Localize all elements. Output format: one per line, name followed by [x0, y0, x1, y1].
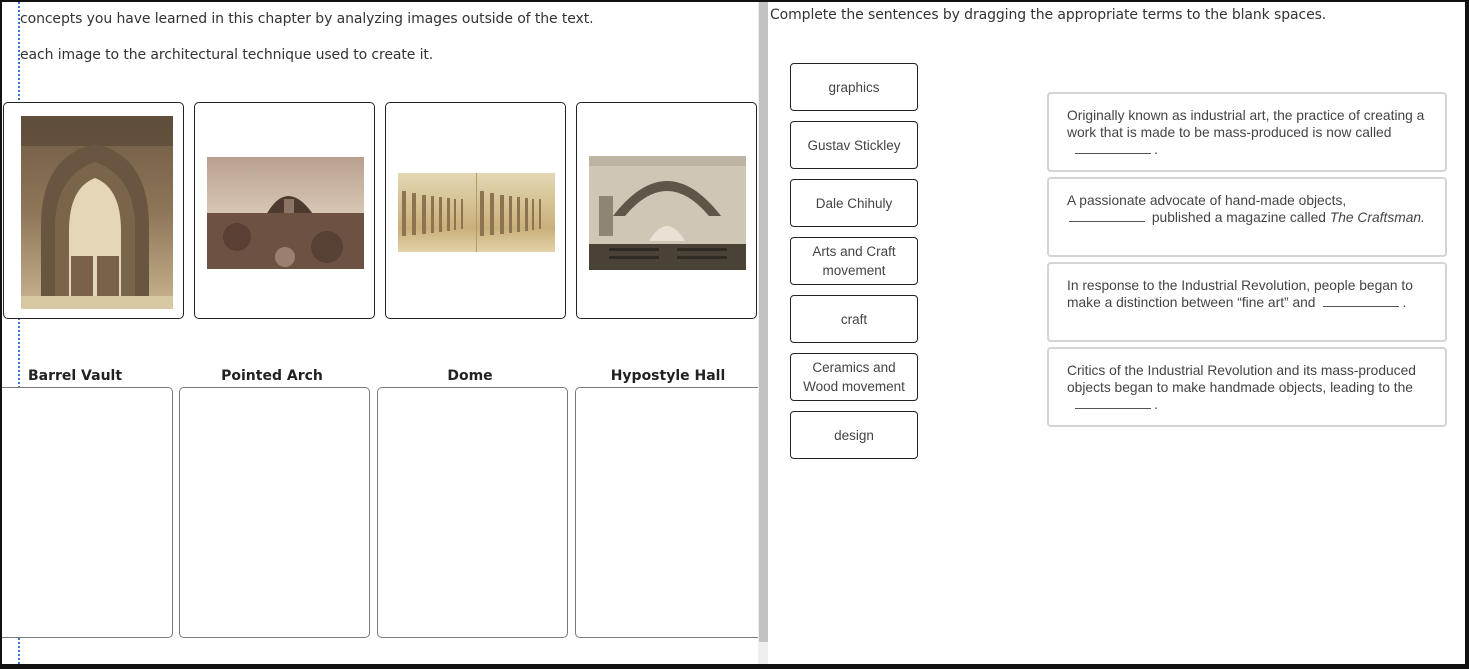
sentence-1-text: Originally known as industrial art, the …	[1067, 108, 1425, 140]
draggable-image-card-colonnade[interactable]	[385, 102, 566, 319]
target-label-hypostyle-hall: Hypostyle Hall	[610, 368, 726, 384]
instruction-text: Complete the sentences by dragging the a…	[770, 7, 1327, 23]
sentence-4-end: .	[1154, 397, 1158, 412]
drop-zone-pointed-arch[interactable]	[179, 387, 370, 638]
pane-scrollbar-thumb[interactable]	[759, 2, 768, 642]
sentence-card-1: Originally known as industrial art, the …	[1047, 92, 1447, 172]
term-chip-dale-chihuly[interactable]: Dale Chihuly	[790, 179, 918, 227]
sentence-2-text: A passionate advocate of hand-made objec…	[1067, 193, 1347, 208]
draggable-image-card-stupa[interactable]	[194, 102, 375, 319]
target-label-barrel-vault: Barrel Vault	[27, 368, 123, 384]
draggable-image-card-church-interior[interactable]	[576, 102, 757, 319]
magazine-title: The Craftsman.	[1329, 210, 1425, 225]
term-chip-ceramics-and-wood-movement[interactable]: Ceramics and Wood movement	[790, 353, 918, 401]
app-frame: concepts you have learned in this chapte…	[2, 2, 1465, 664]
blank-drop-1[interactable]	[1075, 141, 1151, 154]
term-chip-gustav-stickley[interactable]: Gustav Stickley	[790, 121, 918, 169]
gothic-portal-photo	[21, 116, 173, 309]
drop-zone-dome[interactable]	[377, 387, 568, 638]
colonnade-photo	[398, 173, 555, 252]
instruction-line-2: each image to the architectural techniqu…	[20, 47, 434, 63]
sentence-card-2: A passionate advocate of hand-made objec…	[1047, 177, 1447, 257]
instruction-line-1: concepts you have learned in this chapte…	[20, 11, 594, 27]
sentence-3-end: .	[1402, 295, 1407, 310]
sentence-completion-pane: Complete the sentences by dragging the a…	[768, 2, 1465, 664]
sentence-2-after: published a magazine called	[1151, 210, 1326, 225]
sentence-4-text: Critics of the Industrial Revolution and…	[1067, 363, 1416, 395]
matching-pane: concepts you have learned in this chapte…	[2, 2, 758, 664]
stupa-dome-photo	[207, 157, 364, 269]
target-label-dome: Dome	[447, 368, 493, 384]
blank-drop-4[interactable]	[1075, 396, 1151, 409]
sentence-1-end: .	[1154, 142, 1158, 157]
term-chip-graphics[interactable]: graphics	[790, 63, 918, 111]
blank-drop-2[interactable]	[1069, 209, 1145, 222]
target-label-pointed-arch: Pointed Arch	[221, 368, 323, 384]
sentence-card-3: In response to the Industrial Revolution…	[1047, 262, 1447, 342]
drop-zone-barrel-vault[interactable]	[2, 387, 173, 638]
draggable-image-card-gothic-portal[interactable]	[3, 102, 184, 319]
term-chip-craft[interactable]: craft	[790, 295, 918, 343]
term-chip-arts-and-craft-movement[interactable]: Arts and Craft movement	[790, 237, 918, 285]
vaulted-church-interior-photo	[589, 156, 746, 270]
drop-zone-hypostyle-hall[interactable]	[575, 387, 758, 638]
term-chip-design[interactable]: design	[790, 411, 918, 459]
blank-drop-3[interactable]	[1323, 294, 1400, 307]
sentence-card-4: Critics of the Industrial Revolution and…	[1047, 347, 1447, 427]
